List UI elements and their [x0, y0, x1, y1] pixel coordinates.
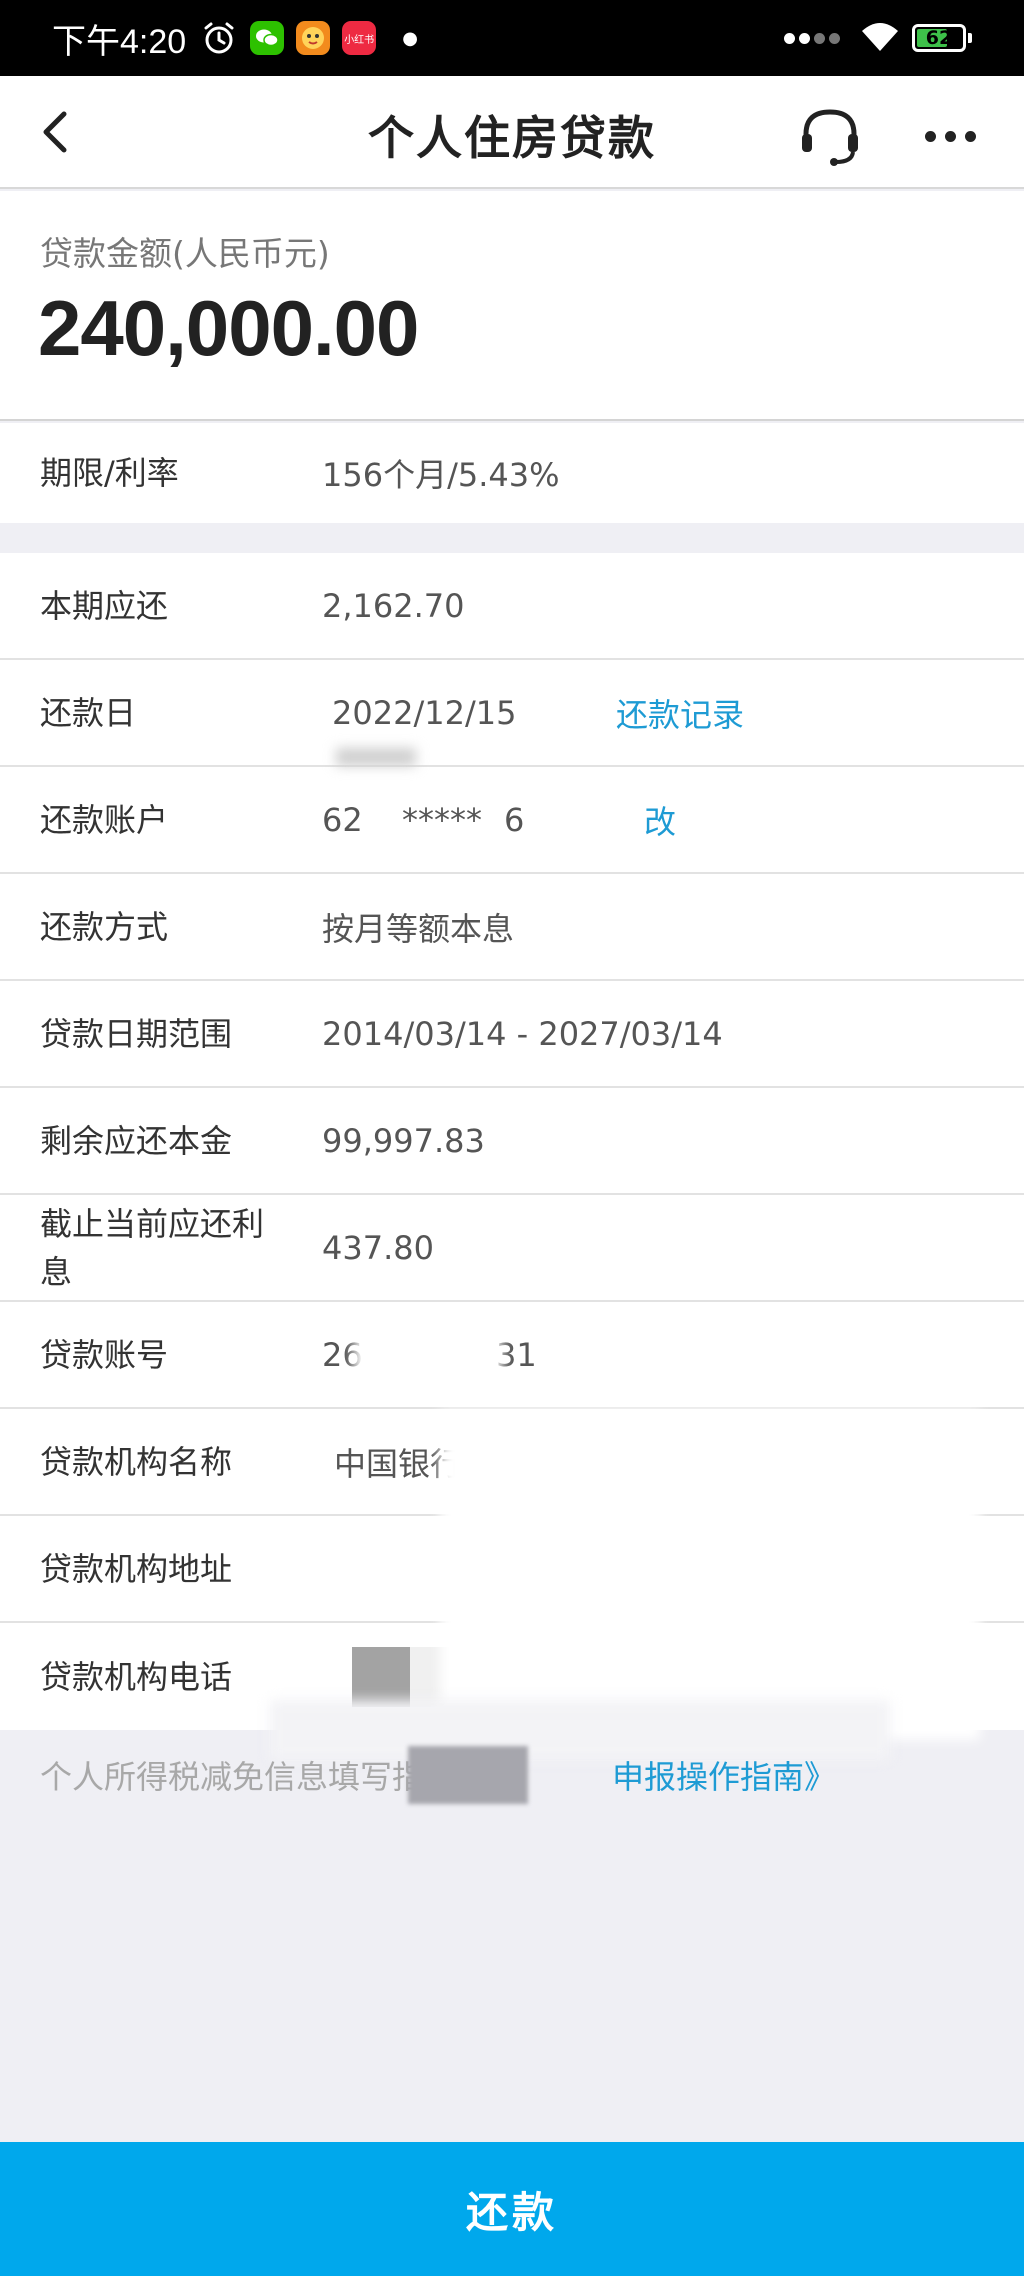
row-label: 还款账户 — [40, 800, 169, 839]
info-row-term-rate: 期限/利率 156个月/5.43% — [0, 423, 1024, 523]
redaction-block — [408, 1746, 528, 1804]
signal-icon — [784, 32, 840, 44]
battery-icon: 62 — [912, 24, 966, 52]
row-label: 还款日 — [40, 693, 137, 732]
info-row-loan-account: 贷款账号 26 31 — [0, 1302, 1024, 1409]
status-bar: 下午4:20 小红书 ● 62 — [0, 0, 1024, 76]
loan-amount-value: 240,000.00 — [38, 284, 419, 372]
notification-dot-icon: ● — [402, 27, 418, 49]
info-row-date-range: 贷款日期范围 2014/03/14 - 2027/03/14 — [0, 981, 1024, 1088]
row-value-suffix: 31 — [496, 1335, 537, 1374]
repay-button[interactable]: 还款 — [0, 2142, 1024, 2276]
redaction-smudge — [354, 1335, 502, 1383]
row-value: 按月等额本息 — [322, 909, 515, 948]
info-row-repay-account: 还款账户 62 ***** 6 改 — [0, 767, 1024, 874]
row-value-suffix: 6 — [504, 800, 525, 839]
tax-info-note: 个人所得税减免信息填写指引 — [40, 1758, 457, 1796]
nav-bar: 个人住房贷款 — [0, 76, 1024, 189]
headset-icon — [802, 109, 858, 166]
row-value-masked: ***** — [402, 800, 482, 839]
row-label: 期限/利率 — [40, 454, 179, 492]
alarm-icon — [200, 19, 238, 57]
redaction-block — [352, 1646, 410, 1707]
info-row-repay-method: 还款方式 按月等额本息 — [0, 874, 1024, 981]
status-right: 62 — [784, 19, 972, 57]
row-value: 156个月/5.43% — [322, 456, 560, 494]
info-row-repay-day: 还款日 2022/12/15 还款记录 — [0, 660, 1024, 767]
loan-amount-section: 贷款金额(人民币元) 240,000.00 — [0, 191, 1024, 421]
change-account-link[interactable]: 改 — [644, 797, 676, 843]
more-button[interactable] — [920, 112, 980, 160]
row-value: 62 — [322, 800, 363, 839]
row-label: 剩余应还本金 — [40, 1121, 233, 1160]
battery-level: 62 — [925, 27, 953, 49]
customer-service-button[interactable] — [796, 102, 864, 170]
redaction-smudge — [440, 1410, 980, 1740]
tax-guide-link[interactable]: 申报操作指南》 — [612, 1752, 836, 1798]
repayment-records-link[interactable]: 还款记录 — [616, 690, 744, 736]
row-value: 437.80 — [322, 1228, 434, 1267]
info-row-current-due: 本期应还 2,162.70 — [0, 553, 1024, 660]
row-value: 2022/12/15 — [332, 693, 517, 732]
row-label: 还款方式 — [40, 907, 169, 946]
xiaohongshu-icon-text: 小红书 — [344, 34, 375, 46]
wechat-icon — [250, 21, 285, 55]
xiaohongshu-icon: 小红书 — [342, 21, 377, 55]
row-label: 贷款账号 — [40, 1335, 169, 1374]
redaction-smudge — [336, 748, 416, 766]
row-label: 本期应还 — [40, 586, 169, 625]
loan-amount-label: 贷款金额(人民币元) — [40, 234, 330, 273]
row-label: 贷款机构电话 — [40, 1657, 233, 1696]
lion-app-icon — [296, 21, 331, 55]
row-label: 贷款机构名称 — [40, 1442, 233, 1481]
info-row-interest-due: 截止当前应还利息 437.80 — [0, 1195, 1024, 1302]
row-value: 99,997.83 — [322, 1121, 485, 1160]
page-title: 个人住房贷款 — [368, 111, 656, 165]
status-time: 下午4:20 — [52, 22, 187, 61]
row-label: 贷款日期范围 — [40, 1014, 233, 1053]
wifi-icon — [858, 19, 902, 57]
row-label: 贷款机构地址 — [40, 1549, 233, 1588]
row-value: 2014/03/14 - 2027/03/14 — [322, 1014, 723, 1053]
redaction-smudge — [270, 1700, 890, 1760]
more-icon — [924, 130, 936, 142]
row-value: 2,162.70 — [322, 586, 465, 625]
term-rate-card: 期限/利率 156个月/5.43% — [0, 423, 1024, 523]
row-label: 截止当前应还利息 — [40, 1204, 265, 1291]
info-row-remaining-principal: 剩余应还本金 99,997.83 — [0, 1088, 1024, 1195]
